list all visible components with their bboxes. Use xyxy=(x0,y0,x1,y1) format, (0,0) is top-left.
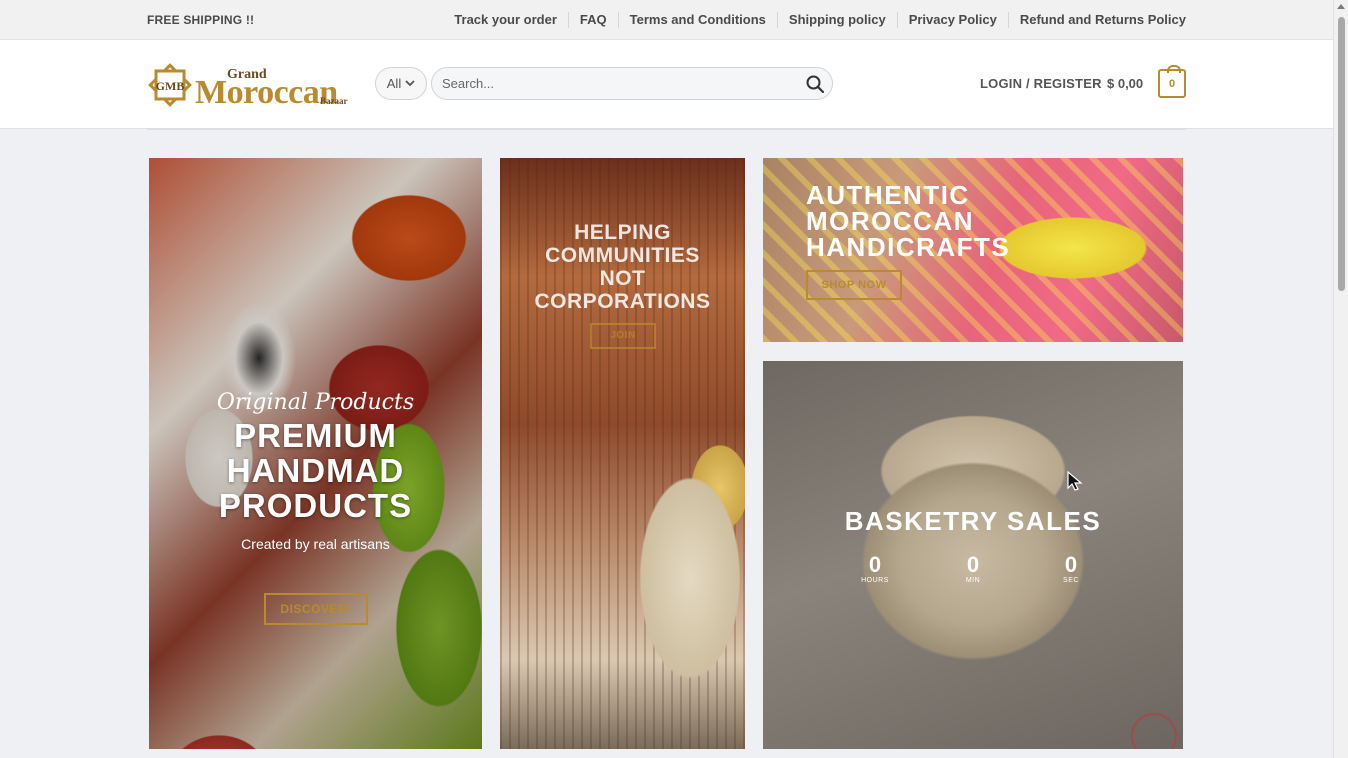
banner-premium-products[interactable]: Original Products PREMIUM HANDMAD PRODUC… xyxy=(149,158,482,749)
banner-basketry-sales[interactable]: BASKETRY SALES 0 HOURS 0 MIN 0 SEC xyxy=(763,361,1183,749)
cart-total[interactable]: $ 0,00 xyxy=(1107,76,1143,91)
countdown-label: HOURS xyxy=(861,577,889,584)
refund-policy-link[interactable]: Refund and Returns Policy xyxy=(1007,12,1186,28)
scrollbar-thumb[interactable] xyxy=(1338,17,1345,291)
banner-title: PREMIUM HANDMAD PRODUCTS xyxy=(149,418,482,523)
banner-title-line: HANDICRAFTS xyxy=(806,232,1011,262)
mouse-cursor-icon xyxy=(1067,470,1083,491)
banner-title-line: MOROCCAN xyxy=(806,206,974,236)
countdown-label: MIN xyxy=(965,577,981,584)
banner-title: AUTHENTIC MOROCCAN HANDICRAFTS xyxy=(806,182,1010,260)
header-divider xyxy=(147,128,1186,130)
banner-title-line: COMMUNITIES xyxy=(545,244,700,267)
page-scrollbar[interactable] xyxy=(1333,0,1348,758)
search-box xyxy=(431,67,833,100)
faq-link[interactable]: FAQ xyxy=(567,12,618,28)
countdown-minutes: 0 MIN xyxy=(953,552,993,585)
banner-authentic-handicrafts[interactable]: AUTHENTIC MOROCCAN HANDICRAFTS SHOP NOW xyxy=(763,158,1183,342)
terms-link[interactable]: Terms and Conditions xyxy=(617,12,777,28)
free-shipping-notice: FREE SHIPPING !! xyxy=(147,13,255,27)
login-register-link[interactable]: LOGIN / REGISTER xyxy=(980,76,1102,91)
banner-title: HELPING COMMUNITIES NOT CORPORATIONS xyxy=(500,221,745,313)
privacy-policy-link[interactable]: Privacy Policy xyxy=(896,12,1008,28)
category-select[interactable]: All xyxy=(375,67,427,100)
cart-count: 0 xyxy=(1168,77,1176,90)
search-input[interactable] xyxy=(432,68,832,99)
search-form: All xyxy=(375,67,833,100)
logo-monogram: GMB xyxy=(156,79,185,93)
shop-now-button[interactable]: SHOP NOW xyxy=(806,270,902,300)
chevron-down-icon xyxy=(405,80,415,87)
track-order-link[interactable]: Track your order xyxy=(443,12,568,28)
banner-title-line: HELPING xyxy=(574,221,671,244)
logo-moroccan: Moroccan xyxy=(195,74,338,111)
top-links: Track your order FAQ Terms and Condition… xyxy=(443,12,1186,28)
banner-title-line: AUTHENTIC xyxy=(806,180,970,210)
banner-title-line: NOT xyxy=(599,267,646,290)
countdown-label: SEC xyxy=(1063,577,1079,584)
banner-title: BASKETRY SALES xyxy=(844,506,1102,536)
logo-bazaar: Bazaar xyxy=(320,96,348,106)
countdown-seconds: 0 SEC xyxy=(1051,552,1091,585)
join-button[interactable]: JOIN xyxy=(590,323,656,349)
countdown-value: 0 xyxy=(966,552,980,577)
logo-emblem-icon: GMB xyxy=(148,63,192,107)
countdown-timer: 0 HOURS 0 MIN 0 SEC xyxy=(763,552,1183,585)
handmade-stamp-icon xyxy=(1131,713,1177,749)
banner-title-line: PREMIUM xyxy=(234,417,397,454)
banner-subtitle: Created by real artisans xyxy=(241,536,390,552)
shipping-policy-link[interactable]: Shipping policy xyxy=(776,12,897,28)
category-select-value: All xyxy=(386,76,402,91)
discover-button[interactable]: DISCOVER! xyxy=(264,593,368,625)
cart-icon[interactable]: 0 xyxy=(1158,65,1186,98)
site-logo[interactable]: GMB Grand Moroccan Bazaar xyxy=(147,62,348,111)
banner-title-line: CORPORATIONS xyxy=(534,290,711,313)
search-icon[interactable] xyxy=(806,75,824,93)
countdown-value: 0 xyxy=(868,552,882,577)
site-header: GMB Grand Moroccan Bazaar All LOGIN / RE… xyxy=(0,40,1333,129)
scroll-up-icon[interactable] xyxy=(1337,4,1345,9)
top-bar: FREE SHIPPING !! Track your order FAQ Te… xyxy=(0,0,1333,40)
banner-title-line: HANDMAD xyxy=(226,452,405,489)
banner-title-line: PRODUCTS xyxy=(218,487,413,524)
countdown-value: 0 xyxy=(1064,552,1078,577)
countdown-hours: 0 HOURS xyxy=(855,552,895,585)
banner-script-title: Original Products xyxy=(216,390,415,415)
banner-helping-communities[interactable]: HELPING COMMUNITIES NOT CORPORATIONS JOI… xyxy=(500,158,745,749)
